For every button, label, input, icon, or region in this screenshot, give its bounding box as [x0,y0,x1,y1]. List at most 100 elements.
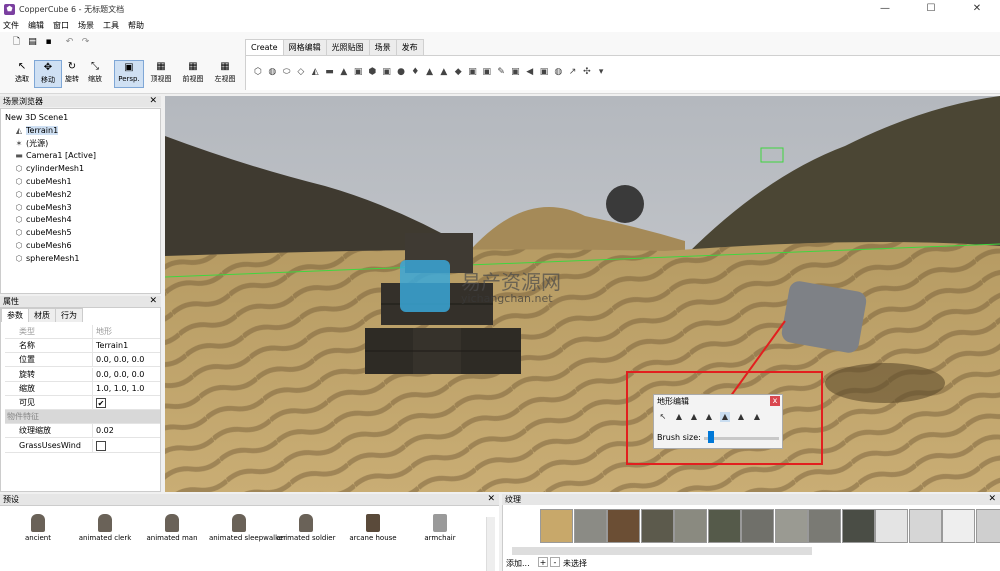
texture-thumbnail[interactable] [573,509,607,543]
tab-parameters[interactable]: 参数 [1,308,29,322]
scene-node[interactable]: ▬ Camera1 [Active] [14,150,96,162]
tab-publish[interactable]: 发布 [395,39,424,55]
property-checkbox[interactable]: ✔ [92,396,106,410]
scene-node[interactable]: ✶ (光源) [14,138,49,150]
ribbon-create-item-24-icon[interactable]: ▾ [595,66,607,78]
preset-item[interactable]: animated sleepwalker [209,514,286,542]
close-icon[interactable]: ✕ [149,96,157,107]
minimize-button[interactable]: — [862,0,908,18]
scene-node[interactable]: ⬡ cubeMesh5 [14,227,72,239]
scene-node[interactable]: ⬡ cubeMesh6 [14,240,72,252]
ribbon-create-item-12-icon[interactable]: ▲ [424,66,436,78]
ribbon-create-item-7-icon[interactable]: ▣ [352,66,364,78]
ribbon-create-item-10-icon[interactable]: ● [395,66,407,78]
select-tool-button[interactable]: ↖ 选取 [8,60,36,88]
preset-item[interactable]: animated man [142,514,202,542]
tab-behavior[interactable]: 行为 [55,308,83,322]
redo-icon[interactable]: ↷ [80,37,91,48]
ribbon-create-item-9-icon[interactable]: ▣ [381,66,393,78]
tab-mesh-edit[interactable]: 网格编辑 [282,39,327,55]
ribbon-create-item-1-icon[interactable]: ◍ [266,66,278,78]
ribbon-create-item-21-icon[interactable]: ◍ [552,66,564,78]
texture-thumbnail[interactable] [640,509,674,543]
texture-thumbnail[interactable] [841,509,875,543]
texture-thumbnail[interactable] [607,509,640,543]
scene-node[interactable]: ⬡ cubeMesh4 [14,214,72,226]
add-icon[interactable]: + [538,557,548,567]
checkbox[interactable] [96,440,106,451]
texture-thumbnail[interactable] [875,509,908,543]
texture-thumbnail[interactable] [975,509,1000,543]
presets-scrollbar[interactable] [486,517,495,571]
close-icon[interactable]: ✕ [487,494,495,505]
scene-node[interactable]: ◭ Terrain1 [14,125,59,137]
menu-edit[interactable]: 编辑 [28,20,44,31]
texture-thumbnail[interactable] [674,509,707,543]
ribbon-create-item-6-icon[interactable]: ▲ [338,66,350,78]
ribbon-create-item-19-icon[interactable]: ◀ [524,66,536,78]
ribbon-create-item-14-icon[interactable]: ◆ [452,66,464,78]
ribbon-create-item-2-icon[interactable]: ⬭ [281,66,293,78]
ribbon-create-item-0-icon[interactable]: ⬡ [252,66,264,78]
menu-tools[interactable]: 工具 [103,20,119,31]
tab-material[interactable]: 材质 [28,308,56,322]
textures-scrollbar[interactable] [512,547,812,555]
property-value[interactable]: 0.02 [92,424,114,439]
texture-thumbnail[interactable] [741,509,774,543]
scene-node[interactable]: ⬡ cubeMesh2 [14,189,72,201]
ribbon-create-item-16-icon[interactable]: ▣ [481,66,493,78]
ribbon-create-item-23-icon[interactable]: ✣ [581,66,593,78]
scene-node[interactable]: ⬡ cubeMesh1 [14,176,72,188]
texture-thumbnail[interactable] [808,509,841,543]
property-value[interactable]: 1.0, 1.0, 1.0 [92,381,144,396]
perspective-view-button[interactable]: ▣ Persp. [114,60,144,88]
close-icon[interactable]: ✕ [988,494,996,505]
ribbon-create-item-18-icon[interactable]: ▣ [509,66,521,78]
scene-node[interactable]: ⬡ sphereMesh1 [14,253,80,265]
texture-thumbnail[interactable] [707,509,741,543]
add-texture-button[interactable]: 添加... [506,558,530,569]
property-value[interactable]: 0.0, 0.0, 0.0 [92,353,144,368]
ribbon-create-item-4-icon[interactable]: ◭ [309,66,321,78]
new-icon[interactable]: 🗋 [11,37,22,48]
texture-thumbnail[interactable] [774,509,808,543]
close-icon[interactable]: ✕ [149,296,157,307]
preset-item[interactable]: armchair [410,514,470,542]
top-view-button[interactable]: ▦ 顶视图 [147,60,175,88]
scale-tool-button[interactable]: ⤡ 缩放 [81,60,109,88]
menu-scene[interactable]: 场景 [78,20,94,31]
ribbon-create-item-8-icon[interactable]: ⬢ [366,66,378,78]
texture-thumbnail[interactable] [540,509,573,543]
preset-item[interactable]: animated clerk [75,514,135,542]
open-icon[interactable]: ▤ [27,37,38,48]
preset-item[interactable]: arcane house [343,514,403,542]
remove-icon[interactable]: - [550,557,560,567]
tab-lightmap[interactable]: 光照贴图 [325,39,370,55]
ribbon-create-item-15-icon[interactable]: ▣ [467,66,479,78]
ribbon-create-item-3-icon[interactable]: ◇ [295,66,307,78]
menu-help[interactable]: 帮助 [128,20,144,31]
save-icon[interactable]: ▪ [43,37,54,48]
texture-thumbnail[interactable] [942,509,975,543]
texture-thumbnail[interactable] [908,509,942,543]
scene-node[interactable]: ⬡ cylinderMesh1 [14,163,85,175]
checkbox[interactable]: ✔ [96,398,106,408]
ribbon-create-item-20-icon[interactable]: ▣ [538,66,550,78]
maximize-button[interactable]: ☐ [908,0,954,18]
tab-create[interactable]: Create [245,39,284,55]
close-button[interactable]: ✕ [954,0,1000,18]
scene-node[interactable]: New 3D Scene1 [5,112,68,124]
menu-file[interactable]: 文件 [3,20,19,31]
ribbon-create-item-11-icon[interactable]: ♦ [409,66,421,78]
preset-item[interactable]: ancient [8,514,68,542]
scene-node[interactable]: ⬡ cubeMesh3 [14,202,72,214]
property-checkbox[interactable] [92,438,106,453]
preset-item[interactable]: animated soldier [276,514,336,542]
ribbon-create-item-22-icon[interactable]: ↗ [567,66,579,78]
property-value[interactable]: Terrain1 [92,339,128,354]
property-value[interactable]: 0.0, 0.0, 0.0 [92,367,144,382]
ribbon-create-item-17-icon[interactable]: ✎ [495,66,507,78]
tab-scene[interactable]: 场景 [368,39,397,55]
3d-viewport[interactable]: 易产资源网 yichangchan.net [165,96,1000,492]
left-view-button[interactable]: ▦ 左视图 [211,60,239,88]
